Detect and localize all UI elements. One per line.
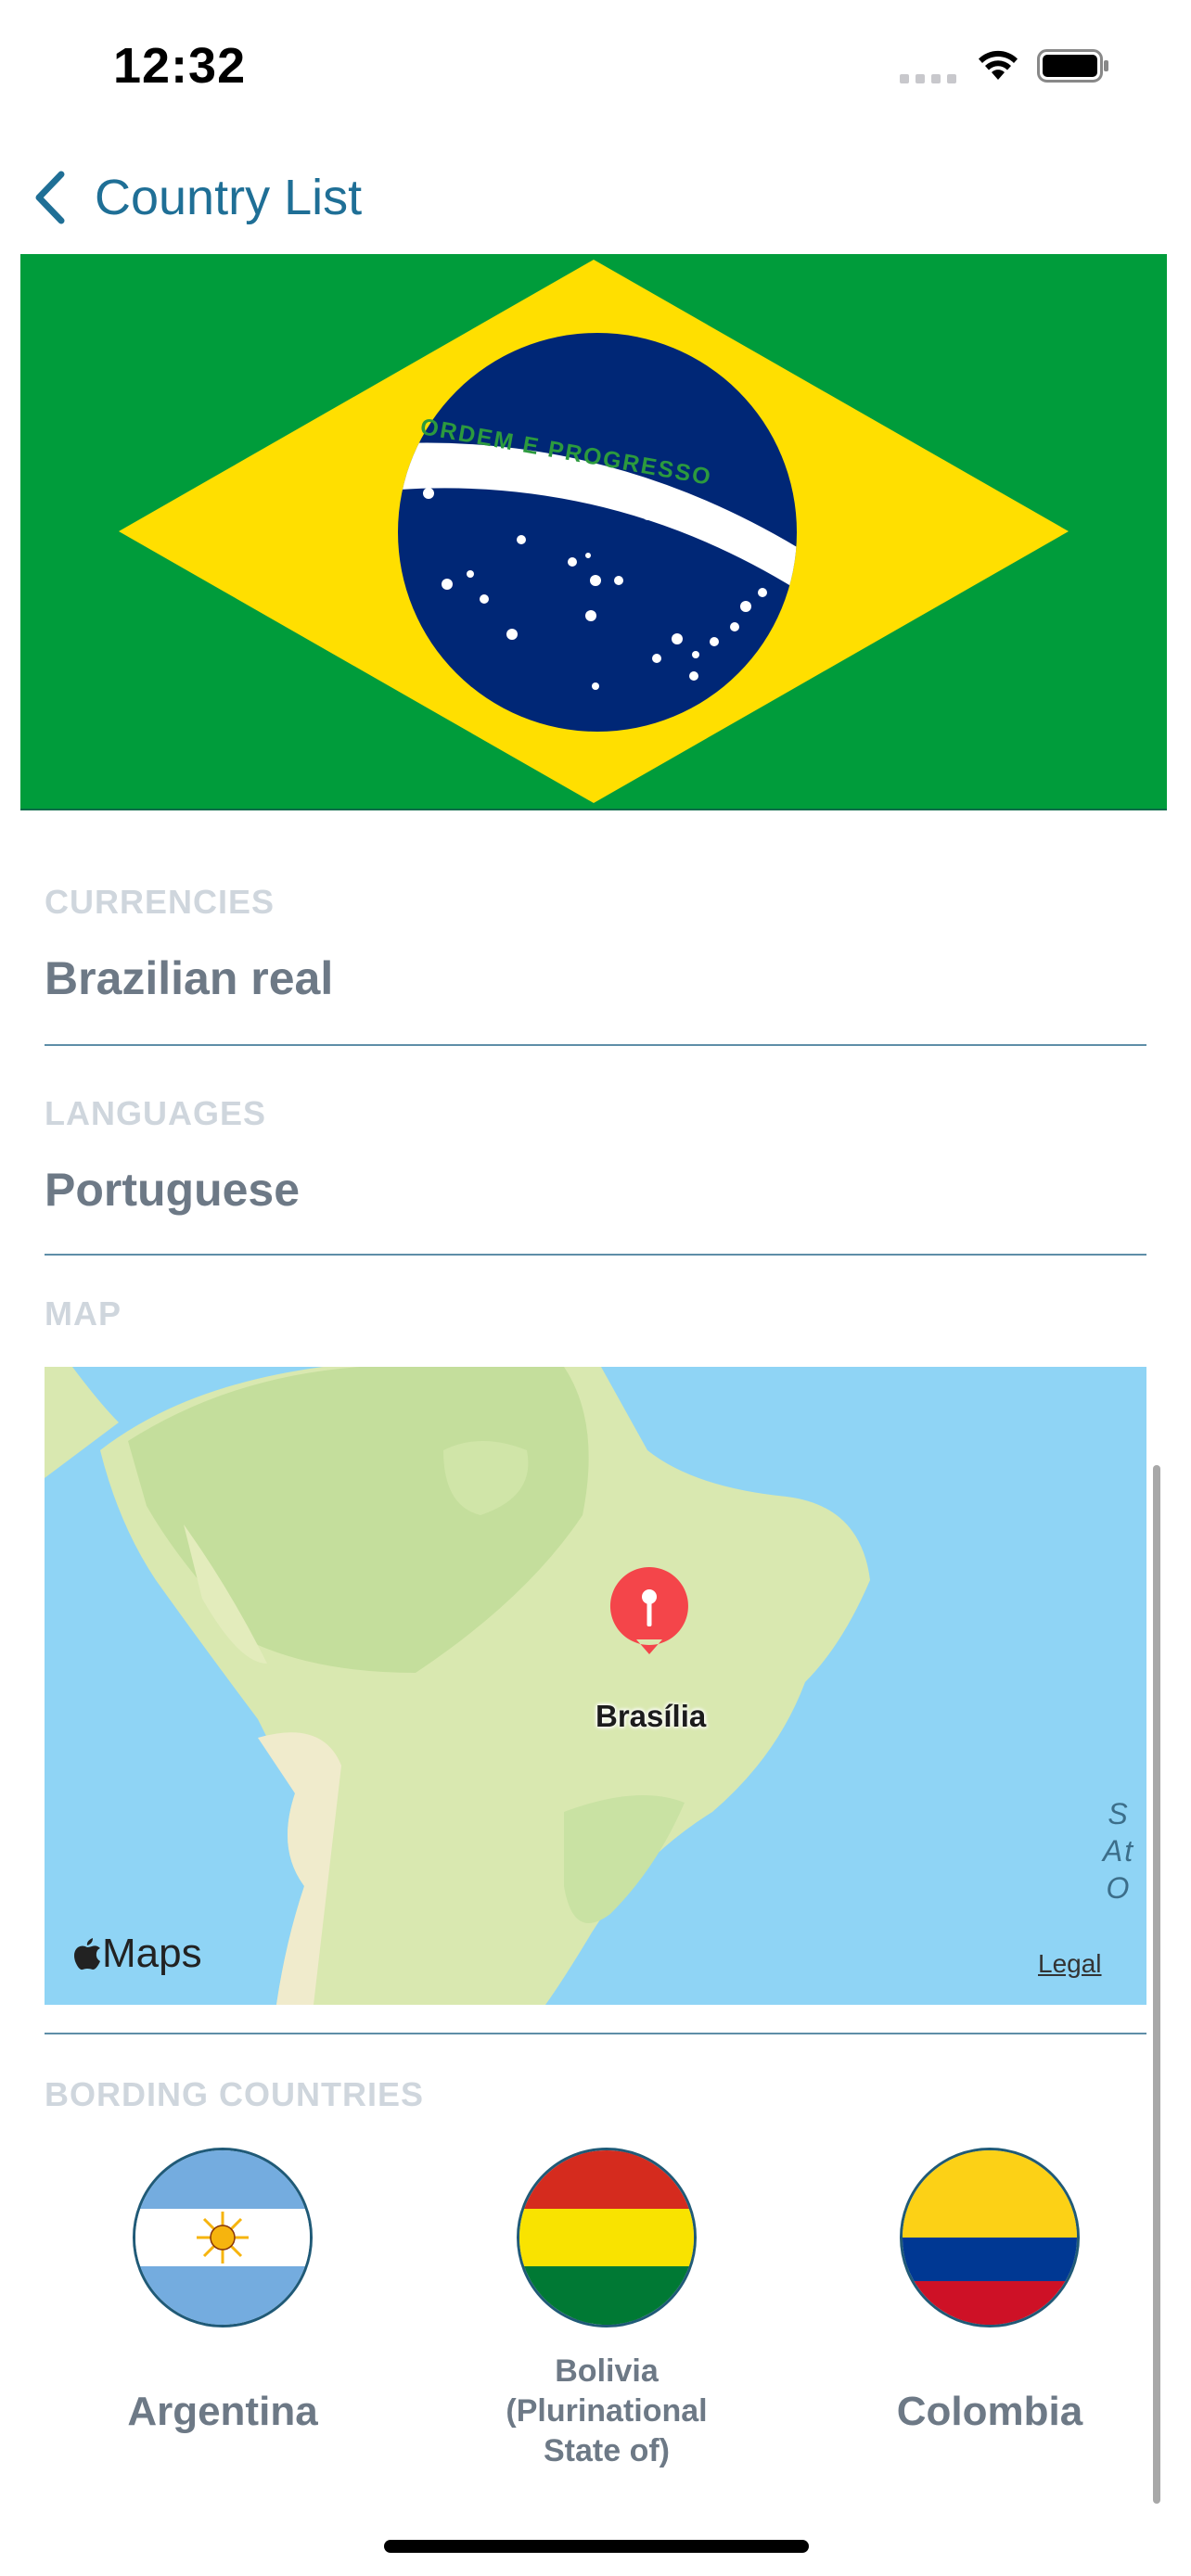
divider bbox=[45, 2033, 1146, 2034]
border-country-name: Argentina bbox=[127, 2389, 318, 2434]
languages-value: Portuguese bbox=[45, 1164, 301, 1216]
home-indicator[interactable] bbox=[384, 2540, 809, 2553]
border-country-name: Bolivia (Plurinational State of) bbox=[506, 2353, 708, 2468]
apple-icon bbox=[74, 1938, 100, 1970]
ocean-label: S At O bbox=[1102, 1797, 1135, 1905]
argentina-flag-icon bbox=[133, 2148, 313, 2327]
legal-link[interactable]: Legal bbox=[1038, 1949, 1102, 1979]
border-country-name: Colombia bbox=[896, 2389, 1083, 2434]
map-view[interactable]: Brasília S At O Maps Legal bbox=[45, 1367, 1146, 2005]
divider bbox=[45, 1044, 1146, 1046]
cellular-signal-icon bbox=[900, 72, 957, 83]
maps-brand-text: Maps bbox=[102, 1931, 202, 1976]
country-flag-image: ORDEM E PROGRESSO bbox=[20, 254, 1167, 810]
bordering-countries-label: BORDING COUNTRIES bbox=[45, 2075, 425, 2113]
map-label: MAP bbox=[45, 1294, 122, 1333]
border-country-bolivia[interactable]: Bolivia (Plurinational State of) bbox=[467, 2148, 746, 2471]
back-button[interactable]: Country List bbox=[32, 156, 458, 239]
back-button-label: Country List bbox=[95, 170, 363, 225]
currencies-label: CURRENCIES bbox=[45, 883, 275, 921]
scrollbar[interactable] bbox=[1153, 1465, 1160, 2504]
colombia-flag-icon bbox=[900, 2148, 1080, 2327]
border-country-colombia[interactable]: Colombia bbox=[851, 2148, 1129, 2435]
divider bbox=[45, 1254, 1146, 1256]
battery-icon bbox=[1037, 49, 1109, 83]
wifi-icon bbox=[976, 46, 1020, 83]
languages-label: LANGUAGES bbox=[45, 1094, 267, 1132]
map-pin-label: Brasília bbox=[596, 1699, 707, 1733]
status-time: 12:32 bbox=[113, 38, 247, 94]
currencies-value: Brazilian real bbox=[45, 952, 334, 1004]
apple-maps-logo: Maps bbox=[72, 1931, 202, 1977]
bolivia-flag-icon bbox=[517, 2148, 697, 2327]
border-country-argentina[interactable]: Argentina bbox=[83, 2148, 362, 2435]
chevron-left-icon bbox=[35, 171, 65, 224]
